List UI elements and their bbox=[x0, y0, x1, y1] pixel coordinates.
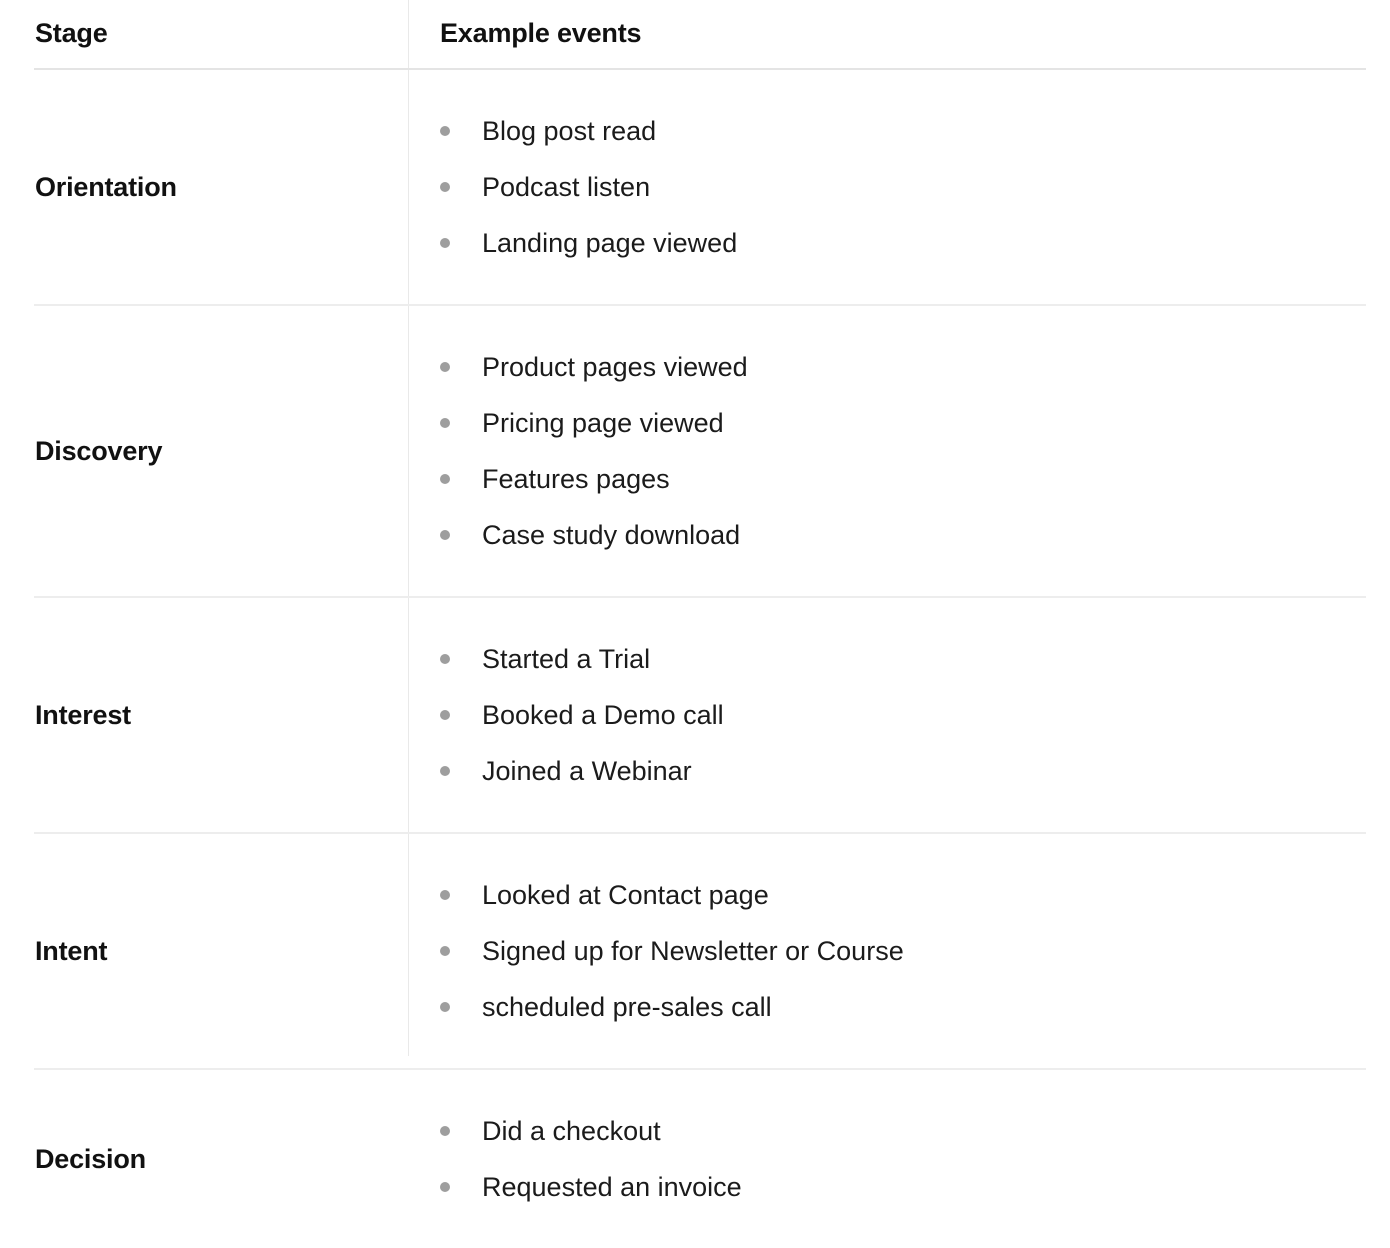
example-events-cell: Did a checkout Requested an invoice bbox=[409, 1069, 1366, 1248]
event-label: Features pages bbox=[482, 464, 670, 494]
column-header-example-events: Example events bbox=[409, 0, 1366, 70]
stage-cell: Decision bbox=[34, 1069, 409, 1248]
stage-cell: Discovery bbox=[34, 305, 409, 598]
table-row: Intent Looked at Contact page Signed up fo… bbox=[34, 833, 1366, 1070]
example-events-cell: Blog post read Podcast listen Landing page… bbox=[409, 69, 1366, 306]
example-events-cell: Product pages viewed Pricing page viewed F… bbox=[409, 305, 1366, 598]
bullet-dot-icon bbox=[440, 654, 450, 664]
event-list-item: scheduled pre-sales call bbox=[409, 979, 1366, 1035]
event-label: Booked a Demo call bbox=[482, 700, 724, 730]
event-list-item: Started a Trial bbox=[409, 631, 1366, 687]
bullet-dot-icon bbox=[440, 182, 450, 192]
table-header-row: Stage Example events bbox=[34, 0, 1366, 70]
bullet-dot-icon bbox=[440, 946, 450, 956]
table-row: Discovery Product pages viewed Pricing pag… bbox=[34, 305, 1366, 598]
event-label: scheduled pre-sales call bbox=[482, 992, 772, 1022]
event-label: Case study download bbox=[482, 520, 741, 550]
stage-cell: Intent bbox=[34, 833, 409, 1070]
bullet-dot-icon bbox=[440, 890, 450, 900]
event-label: Requested an invoice bbox=[482, 1172, 742, 1202]
event-label: Signed up for Newsletter or Course bbox=[482, 936, 904, 966]
event-list: Blog post read Podcast listen Landing page… bbox=[409, 70, 1366, 304]
bullet-dot-icon bbox=[440, 1002, 450, 1012]
page-root: Stage Example events Orientation Blog pos… bbox=[0, 0, 1390, 1202]
bullet-dot-icon bbox=[440, 766, 450, 776]
event-list: Started a Trial Booked a Demo call Joined … bbox=[409, 598, 1366, 832]
event-list-item: Booked a Demo call bbox=[409, 687, 1366, 743]
column-header-stage: Stage bbox=[34, 0, 409, 70]
example-events-cell: Looked at Contact page Signed up for News… bbox=[409, 833, 1366, 1070]
event-label: Joined a Webinar bbox=[482, 756, 692, 786]
event-list-item: Pricing page viewed bbox=[409, 395, 1366, 451]
event-list-item: Blog post read bbox=[409, 103, 1366, 159]
bullet-dot-icon bbox=[440, 710, 450, 720]
event-list: Did a checkout Requested an invoice bbox=[409, 1070, 1366, 1248]
table-row: Orientation Blog post read Podcast listen L… bbox=[34, 69, 1366, 306]
example-events-cell: Started a Trial Booked a Demo call Joined … bbox=[409, 597, 1366, 834]
bullet-dot-icon bbox=[440, 418, 450, 428]
stage-events-table: Stage Example events Orientation Blog pos… bbox=[34, 0, 1366, 1248]
event-label: Landing page viewed bbox=[482, 228, 738, 258]
event-label: Blog post read bbox=[482, 116, 657, 146]
event-list-item: Case study download bbox=[409, 507, 1366, 563]
bullet-dot-icon bbox=[440, 1182, 450, 1192]
bullet-dot-icon bbox=[440, 126, 450, 136]
bullet-dot-icon bbox=[440, 238, 450, 248]
event-list: Product pages viewed Pricing page viewed F… bbox=[409, 306, 1366, 596]
table-row: Interest Started a Trial Booked a Demo cal… bbox=[34, 597, 1366, 834]
stage-label: Discovery bbox=[35, 435, 163, 466]
event-list-item: Did a checkout bbox=[409, 1103, 1366, 1159]
table-row: Decision Did a checkout Requested an invoi… bbox=[34, 1069, 1366, 1248]
stage-label: Intent bbox=[35, 935, 108, 966]
bullet-dot-icon bbox=[440, 474, 450, 484]
stage-label: Decision bbox=[35, 1143, 146, 1174]
event-list-item: Product pages viewed bbox=[409, 339, 1366, 395]
stage-label: Orientation bbox=[35, 171, 177, 202]
event-label: Did a checkout bbox=[482, 1116, 661, 1146]
event-label: Looked at Contact page bbox=[482, 880, 769, 910]
stage-label: Interest bbox=[35, 699, 131, 730]
bullet-dot-icon bbox=[440, 362, 450, 372]
table-header: Stage Example events bbox=[34, 0, 1366, 70]
event-list-item: Landing page viewed bbox=[409, 215, 1366, 271]
event-list-item: Looked at Contact page bbox=[409, 867, 1366, 923]
event-label: Product pages viewed bbox=[482, 352, 748, 382]
event-label: Podcast listen bbox=[482, 172, 651, 202]
event-list-item: Podcast listen bbox=[409, 159, 1366, 215]
event-list-item: Features pages bbox=[409, 451, 1366, 507]
stage-cell: Interest bbox=[34, 597, 409, 834]
table-body: Orientation Blog post read Podcast listen L… bbox=[34, 69, 1366, 1248]
event-list-item: Joined a Webinar bbox=[409, 743, 1366, 799]
event-list: Looked at Contact page Signed up for News… bbox=[409, 834, 1366, 1068]
event-label: Started a Trial bbox=[482, 644, 651, 674]
event-list-item: Requested an invoice bbox=[409, 1159, 1366, 1215]
event-label: Pricing page viewed bbox=[482, 408, 724, 438]
bullet-dot-icon bbox=[440, 1126, 450, 1136]
event-list-item: Signed up for Newsletter or Course bbox=[409, 923, 1366, 979]
bullet-dot-icon bbox=[440, 530, 450, 540]
stage-cell: Orientation bbox=[34, 69, 409, 306]
